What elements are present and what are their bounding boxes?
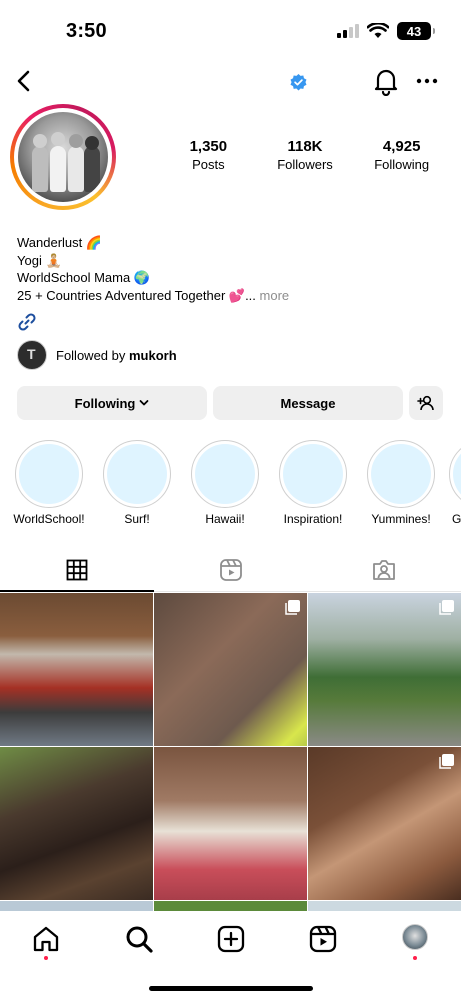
battery-icon: 43: [397, 22, 435, 40]
bio-more-link[interactable]: more: [260, 288, 290, 303]
highlight-item[interactable]: Yummines!: [361, 440, 441, 526]
followed-by-text: Followed by mukorh: [56, 348, 177, 363]
create-icon[interactable]: [216, 924, 246, 954]
highlight-ring: [367, 440, 435, 508]
tab-posts-grid[interactable]: [0, 548, 154, 592]
profile-notification-dot: [413, 956, 417, 960]
stat-followers[interactable]: 118K Followers: [257, 138, 354, 172]
stat-label: Following: [374, 157, 430, 172]
signal-icon: [337, 24, 359, 38]
reels-icon[interactable]: [308, 924, 338, 954]
stat-following[interactable]: 4,925 Following: [353, 138, 450, 172]
bio-line-last: 25 + Countries Adventured Together 💕... …: [17, 287, 289, 305]
bio-line: WorldSchool Mama 🌍: [17, 270, 150, 285]
tab-tagged[interactable]: [307, 548, 461, 591]
highlight-label: Inspiration!: [283, 512, 343, 526]
highlight-item[interactable]: WorldSchool!: [9, 440, 89, 526]
profile-actions: Following Message: [17, 386, 443, 420]
search-icon[interactable]: [124, 924, 154, 954]
status-icons: 43: [337, 22, 435, 40]
chevron-down-icon: [139, 400, 149, 406]
bio-line: Yogi 🧘🏼: [17, 252, 62, 268]
highlight-cover: [453, 444, 461, 504]
verified-badge-icon: [290, 74, 307, 91]
highlight-ring: [15, 440, 83, 508]
profile-avatar[interactable]: [402, 924, 428, 950]
highlight-item[interactable]: Inspiration!: [273, 440, 353, 526]
profile-stats: 1,350 Posts 118K Followers 4,925 Followi…: [160, 138, 450, 172]
followed-by-user[interactable]: mukorh: [129, 348, 177, 363]
carousel-icon: [439, 754, 454, 769]
stat-value: 118K: [287, 138, 323, 155]
follower-avatar: [17, 340, 47, 370]
following-button[interactable]: Following: [17, 386, 207, 420]
avatar-photo: [18, 112, 108, 202]
stat-value: 4,925: [382, 138, 421, 155]
reels-icon: [219, 558, 242, 581]
followed-by-prefix: Followed by: [56, 347, 126, 363]
stat-label: Posts: [192, 157, 225, 172]
tagged-icon: [373, 559, 396, 580]
following-label: Following: [74, 395, 136, 411]
status-time: 3:50: [66, 20, 107, 42]
tab-reels[interactable]: [154, 548, 308, 591]
post-thumbnail[interactable]: [154, 901, 307, 911]
post-thumbnail[interactable]: [308, 747, 461, 900]
highlight-ring: [191, 440, 259, 508]
more-horizontal-icon[interactable]: [414, 70, 440, 92]
add-user-icon: [417, 395, 434, 411]
carousel-icon: [439, 600, 454, 615]
story-highlights: WorldSchool! Surf! Hawaii! Inspiration! …: [0, 440, 461, 532]
post-thumbnail[interactable]: [0, 593, 153, 746]
highlight-ring: [449, 440, 461, 508]
bio-line: Wanderlust 🌈: [17, 235, 103, 250]
chevron-left-icon[interactable]: [10, 66, 38, 96]
add-user-button[interactable]: [409, 386, 443, 420]
post-thumbnail[interactable]: [0, 901, 153, 911]
post-thumbnail[interactable]: [154, 747, 307, 900]
post-thumbnail[interactable]: [0, 747, 153, 900]
highlight-label: Yummines!: [371, 512, 431, 526]
post-thumbnail[interactable]: [154, 593, 307, 746]
carousel-icon: [285, 600, 300, 615]
highlight-cover: [107, 444, 167, 504]
posts-grid: [0, 593, 461, 911]
highlight-label: Hawaii!: [205, 512, 245, 526]
profile-tabs: [0, 548, 461, 592]
highlight-item[interactable]: Hawaii!: [185, 440, 265, 526]
profile-header: [0, 62, 461, 102]
home-notification-dot: [44, 956, 48, 960]
highlight-cover: [283, 444, 343, 504]
stat-posts[interactable]: 1,350 Posts: [160, 138, 257, 172]
highlight-cover: [19, 444, 79, 504]
highlight-ring: [103, 440, 171, 508]
highlight-ring: [279, 440, 347, 508]
bio-line: 25 + Countries Adventured Together 💕...: [17, 287, 256, 303]
highlight-label: G: [452, 512, 461, 526]
post-thumbnail[interactable]: [308, 901, 461, 911]
followed-by[interactable]: Followed by mukorh: [17, 340, 177, 370]
profile-bio: Wanderlust 🌈 Yogi 🧘🏼 WorldSchool Mama 🌍 …: [17, 234, 289, 304]
post-thumbnail[interactable]: [308, 593, 461, 746]
profile-avatar[interactable]: [10, 104, 116, 210]
stat-value: 1,350: [189, 138, 228, 155]
bell-icon[interactable]: [372, 66, 400, 96]
highlight-cover: [195, 444, 255, 504]
status-bar: 3:50 43: [0, 0, 461, 60]
wifi-icon: [367, 23, 389, 38]
highlight-item[interactable]: G: [449, 440, 461, 526]
message-button[interactable]: Message: [213, 386, 403, 420]
link-icon[interactable]: [17, 312, 37, 332]
avatar-border: [14, 108, 112, 206]
stat-label: Followers: [277, 157, 333, 172]
highlight-item[interactable]: Surf!: [97, 440, 177, 526]
grid-icon: [66, 559, 88, 580]
highlight-label: Surf!: [124, 512, 150, 526]
home-indicator: [149, 986, 313, 991]
highlight-cover: [371, 444, 431, 504]
home-icon[interactable]: [31, 924, 61, 954]
highlight-label: WorldSchool!: [13, 512, 85, 526]
